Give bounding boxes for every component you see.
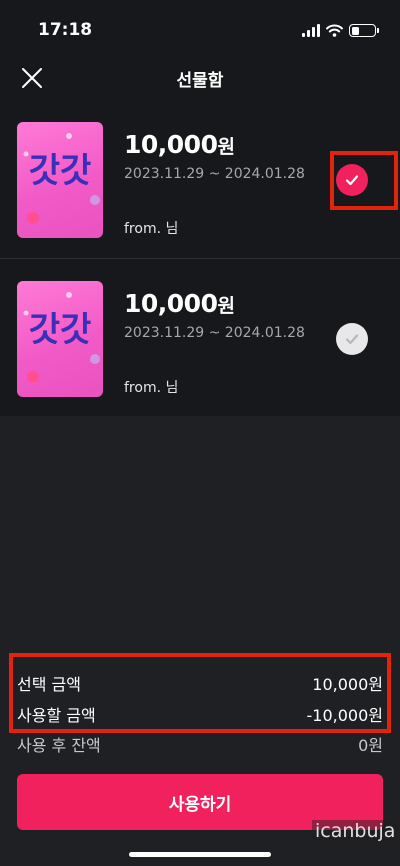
thumb-text-1: 갓갓 — [29, 151, 92, 191]
gift-amount: 10,000원 — [124, 130, 235, 159]
thumb-text-2: 갓갓 — [29, 310, 92, 350]
gift-item[interactable]: 갓갓 10,000원 2023.11.29 ~ 2024.01.28 from.… — [0, 258, 400, 416]
watermark: icanbuja — [312, 820, 399, 842]
gift-amount: 10,000원 — [124, 289, 235, 318]
remaining-balance-value: 0원 — [358, 736, 383, 755]
home-indicator — [129, 852, 271, 857]
gift-from: from. 님 — [124, 380, 179, 396]
select-checkbox[interactable] — [336, 323, 368, 355]
gift-thumbnail: 갓갓 — [17, 281, 103, 397]
header: 선물함 — [0, 56, 400, 100]
remaining-balance-label: 사용 후 잔액 — [17, 736, 101, 755]
gift-period: 2023.11.29 ~ 2024.01.28 — [124, 166, 305, 182]
status-bar: 17:18 — [0, 0, 400, 56]
wifi-icon — [326, 24, 343, 37]
gift-period: 2023.11.29 ~ 2024.01.28 — [124, 325, 305, 341]
remaining-balance-row: 사용 후 잔액 0원 — [17, 732, 383, 756]
signal-icon — [302, 24, 320, 37]
highlight-box-summary — [9, 653, 391, 733]
gift-from: from. 님 — [124, 221, 179, 237]
gift-thumbnail: 갓갓 — [17, 122, 103, 238]
highlight-box-check — [330, 151, 398, 210]
status-icons — [302, 24, 379, 37]
battery-icon — [349, 24, 379, 37]
status-time: 17:18 — [38, 20, 93, 40]
gift-list: 갓갓 10,000원 2023.11.29 ~ 2024.01.28 from.… — [0, 100, 400, 416]
page-title: 선물함 — [176, 71, 224, 91]
check-icon — [345, 334, 359, 345]
